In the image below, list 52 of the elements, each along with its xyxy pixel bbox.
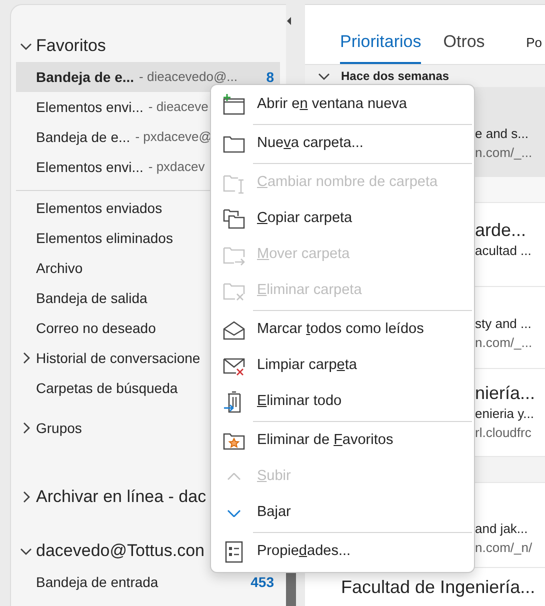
section-header[interactable]: dacevedo@Tottus.con bbox=[36, 538, 204, 564]
message-preview: sty and ... bbox=[475, 315, 532, 333]
message-preview: and jak... bbox=[475, 520, 529, 538]
message-preview: acultad ... bbox=[475, 242, 532, 260]
menu-item[interactable]: Eliminar todo bbox=[211, 384, 474, 420]
message-subject: niería... bbox=[475, 382, 536, 404]
menu-item[interactable]: Marcar todos como leídos bbox=[211, 312, 474, 348]
message-link: n.com/_... bbox=[475, 144, 534, 162]
section-header[interactable]: Grupos bbox=[36, 418, 82, 438]
folder-item[interactable]: Bandeja de entrada bbox=[36, 572, 158, 592]
folder-item[interactable]: Correo no deseado bbox=[36, 318, 156, 338]
folder-item[interactable]: Historial de conversacione bbox=[36, 348, 200, 368]
folder-name: Bandeja de e... bbox=[36, 128, 130, 147]
new-window-icon bbox=[222, 94, 246, 116]
message-link: n.com/_... bbox=[475, 334, 534, 352]
folder-name: Elementos envi... bbox=[36, 158, 144, 176]
date-header: Hace dos semanas bbox=[341, 68, 450, 85]
menu-item[interactable]: Bajar bbox=[211, 495, 474, 531]
folder-item[interactable]: Carpetas de búsqueda bbox=[36, 378, 178, 398]
account-name: - pxdacev bbox=[148, 158, 205, 176]
open-envelope-icon bbox=[222, 319, 246, 341]
section-header[interactable]: Archivar en línea - dac bbox=[36, 484, 206, 510]
section-header[interactable]: Favoritos bbox=[36, 33, 106, 59]
folder-item[interactable]: Archivo bbox=[36, 258, 83, 278]
copy-folder-icon bbox=[222, 208, 246, 230]
menu-item[interactable]: Propiedades... bbox=[211, 534, 474, 570]
unread-count: 453 bbox=[250, 572, 274, 592]
chevron-up-icon bbox=[227, 473, 241, 481]
message-preview: e and s... bbox=[475, 125, 530, 143]
message-link: rl.cloudfrc bbox=[475, 424, 532, 442]
folder-item[interactable]: Elementos eliminados bbox=[36, 228, 173, 248]
account-name: - dieacevedo@... bbox=[139, 68, 238, 86]
message-subject: Facultad de Ingeniería... bbox=[341, 576, 536, 598]
folder-name: Elementos envi... bbox=[36, 98, 144, 116]
account-name: - pxdaceve@ bbox=[135, 128, 212, 146]
unread-count: 8 bbox=[266, 68, 274, 86]
menu-item[interactable]: Limpiar carpeta bbox=[211, 348, 474, 384]
folder-item[interactable]: Elementos enviados bbox=[36, 198, 162, 218]
menu-item[interactable]: Eliminar de Favoritos bbox=[211, 423, 474, 459]
message-preview: enieria y... bbox=[475, 405, 536, 423]
account-name: - dieaceve bbox=[148, 98, 208, 116]
message-link: n.com/_n/ bbox=[475, 539, 534, 557]
menu-item[interactable]: Copiar carpeta bbox=[211, 201, 474, 237]
inbox-tab[interactable]: Otros bbox=[443, 28, 485, 64]
folder-item[interactable]: Bandeja de salida bbox=[36, 288, 148, 308]
chevron-left-icon bbox=[285, 16, 293, 26]
filter-label[interactable]: Po bbox=[526, 32, 542, 64]
folder-name: Bandeja de e... bbox=[36, 68, 134, 87]
menu-item[interactable]: Nueva carpeta... bbox=[211, 126, 474, 162]
chevron-down-icon bbox=[227, 509, 241, 517]
favorite-item[interactable]: Bandeja de e... - dieacevedo@... 8 bbox=[16, 62, 280, 92]
message-subject: arde... bbox=[475, 219, 528, 241]
